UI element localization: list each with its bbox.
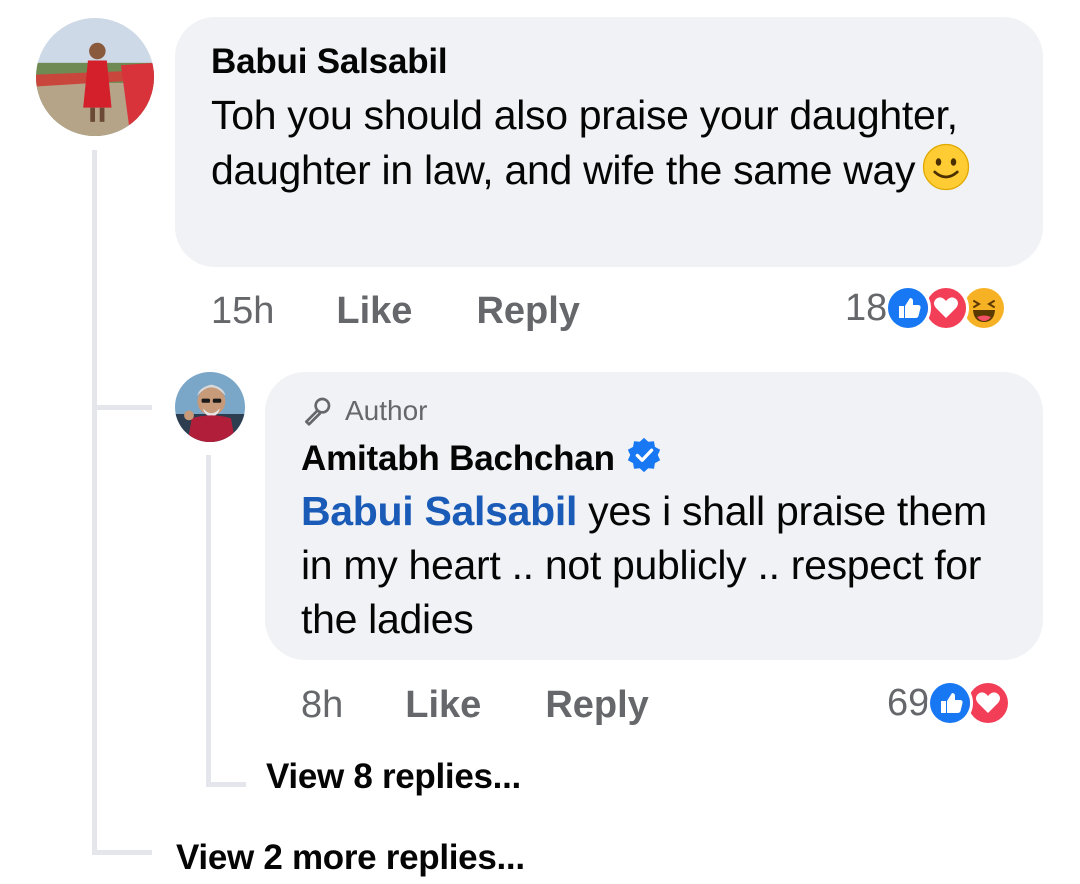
thread-line-outer-vertical bbox=[92, 150, 97, 855]
comment-reactions[interactable]: 18 bbox=[845, 285, 1008, 331]
like-reaction-icon bbox=[885, 285, 932, 331]
comment-text-body: Toh you should also praise your daughter… bbox=[211, 92, 958, 193]
comment-actions: 15h Like Reply bbox=[211, 290, 580, 333]
thread-line-inner-vertical bbox=[206, 455, 211, 785]
comment-timestamp[interactable]: 15h bbox=[211, 290, 274, 333]
like-reaction-icon bbox=[927, 680, 974, 726]
reply-text: Babui Salsabil yes i shall praise them i… bbox=[301, 484, 1001, 646]
comment-author-name[interactable]: Babui Salsabil bbox=[211, 42, 448, 82]
view-replies-link[interactable]: View 8 replies... bbox=[266, 757, 521, 797]
avatar[interactable] bbox=[36, 18, 154, 136]
reaction-count: 18 bbox=[845, 286, 888, 329]
avatar-photo-field bbox=[36, 18, 154, 136]
microphone-icon bbox=[305, 397, 331, 426]
thread-line-inner-branch bbox=[206, 782, 246, 787]
avatar[interactable] bbox=[175, 372, 245, 442]
comment-text: Toh you should also praise your daughter… bbox=[211, 88, 1011, 197]
verified-badge-icon bbox=[627, 437, 660, 473]
reply-button[interactable]: Reply bbox=[545, 684, 648, 727]
reply-timestamp[interactable]: 8h bbox=[301, 684, 343, 727]
author-badge-label: Author bbox=[345, 395, 428, 426]
mention-link[interactable]: Babui Salsabil bbox=[301, 488, 577, 534]
reply-author-name[interactable]: Amitabh Bachchan bbox=[301, 436, 663, 479]
author-badge: Author bbox=[301, 395, 428, 427]
reply-author-label: Amitabh Bachchan bbox=[301, 439, 615, 478]
reply-button[interactable]: Reply bbox=[476, 290, 579, 333]
smiling-face-emoji-icon bbox=[923, 143, 970, 191]
like-button[interactable]: Like bbox=[336, 290, 412, 333]
like-button[interactable]: Like bbox=[405, 684, 481, 727]
thread-line-outer-more-branch bbox=[92, 850, 152, 855]
reply-actions: 8h Like Reply bbox=[301, 684, 649, 727]
avatar-photo-portrait bbox=[175, 372, 245, 442]
reply-reactions[interactable]: 69 bbox=[887, 680, 1012, 726]
view-more-replies-link[interactable]: View 2 more replies... bbox=[176, 838, 525, 878]
thread-line-outer-reply-branch bbox=[92, 405, 152, 410]
reaction-count: 69 bbox=[887, 681, 930, 724]
